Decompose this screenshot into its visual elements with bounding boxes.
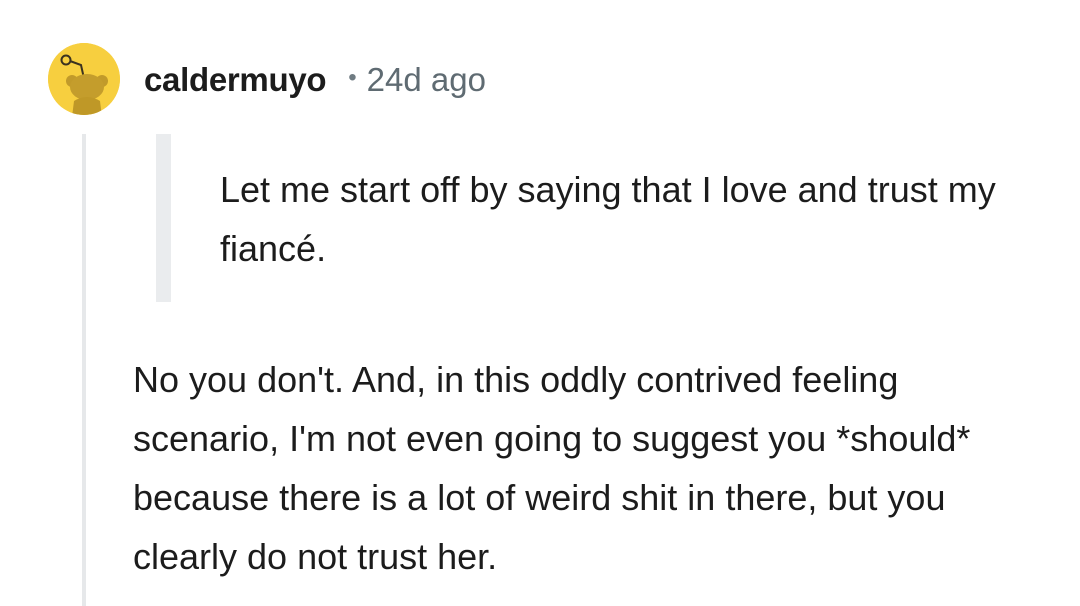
snoo-avatar-icon	[48, 43, 120, 115]
comment: caldermuyo • 24d ago Let me start off by…	[0, 0, 1080, 606]
thread-line[interactable]	[82, 134, 86, 606]
separator-dot: •	[348, 64, 357, 91]
username-link[interactable]: caldermuyo	[144, 61, 327, 99]
user-avatar[interactable]	[48, 43, 120, 115]
comment-timestamp: 24d ago	[366, 61, 486, 98]
comment-header: caldermuyo • 24d ago	[144, 56, 486, 104]
blockquote-text: Let me start off by saying that I love a…	[220, 169, 996, 269]
comment-body: No you don't. And, in this oddly contriv…	[133, 359, 971, 577]
blockquote-bar	[156, 134, 171, 302]
